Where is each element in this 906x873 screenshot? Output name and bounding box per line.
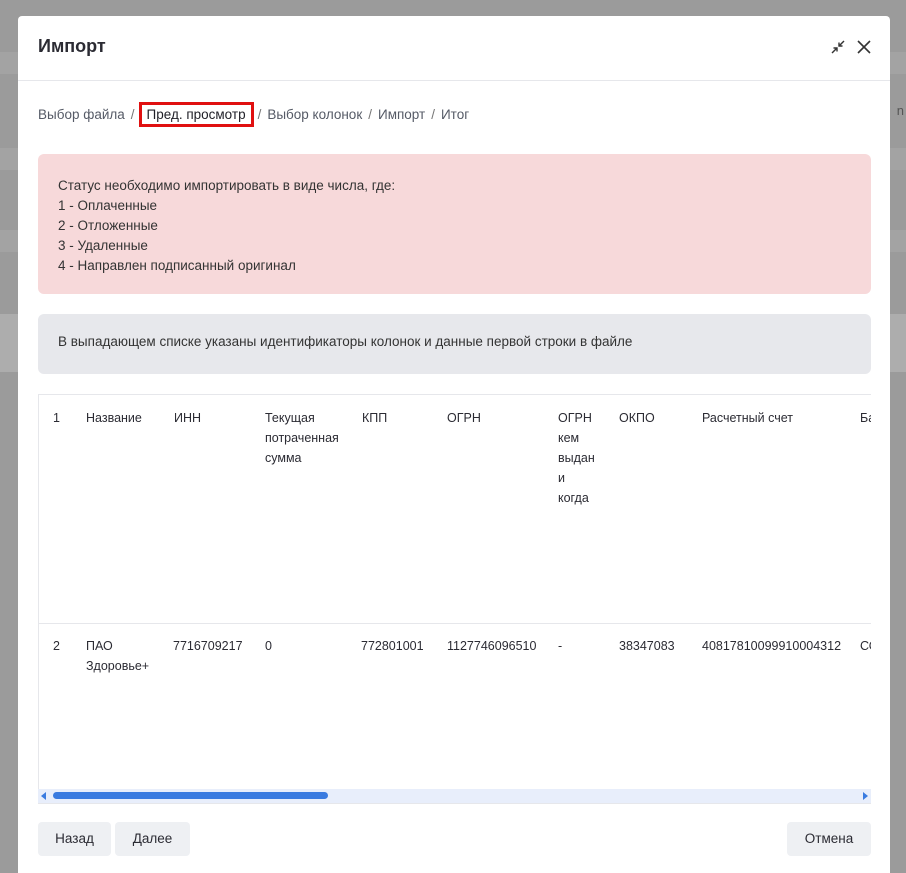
horizontal-scrollbar[interactable]: [38, 789, 871, 803]
alert-line: 4 - Направлен подписанный оригинал: [58, 258, 296, 273]
table-cell: 1: [53, 411, 60, 425]
breadcrumb-step-result[interactable]: Итог: [441, 107, 469, 122]
status-info-alert: Статус необходимо импортировать в виде ч…: [38, 154, 871, 294]
table-cell: 0: [265, 639, 272, 653]
table-cell: Ба: [860, 411, 871, 425]
alert-line: 3 - Удаленные: [58, 238, 148, 253]
table-cell: СО: [860, 639, 871, 653]
table-cell: 1127746096510: [447, 639, 537, 653]
close-icon[interactable]: [855, 38, 873, 56]
background-text: n: [896, 103, 904, 118]
table-cell: 772801001: [361, 639, 424, 653]
table-row: 2 ПАО Здоровье+ 7716709217 0 772801001 1…: [39, 624, 871, 803]
dialog-title: Импорт: [38, 36, 106, 56]
breadcrumb-step-preview[interactable]: Пред. просмотр: [138, 102, 254, 127]
table-cell: 38347083: [619, 639, 675, 653]
table-cell: -: [558, 639, 563, 653]
table-cell: 7716709217: [173, 639, 243, 653]
breadcrumb-separator: /: [368, 107, 372, 122]
breadcrumb-step-file[interactable]: Выбор файла: [38, 107, 125, 122]
table-cell: ПАО Здоровье+: [86, 639, 150, 673]
breadcrumb-separator: /: [130, 107, 135, 122]
table-cell: КПП: [362, 411, 388, 425]
breadcrumb-step-import[interactable]: Импорт: [378, 107, 425, 122]
table-cell: Текущая потраченная сумма: [265, 411, 339, 465]
alert-line: 2 - Отложенные: [58, 218, 158, 233]
table-row: 1 Название ИНН Текущая потраченная сумма…: [39, 395, 871, 624]
table-cell: ИНН: [174, 411, 202, 425]
table-cell: Расчетный счет: [702, 411, 793, 425]
alert-line: 1 - Оплаченные: [58, 198, 158, 213]
table-cell: ОКПО: [619, 411, 655, 425]
table-cell: 2: [53, 639, 60, 653]
next-button[interactable]: Далее: [115, 822, 190, 856]
alert-text: В выпадающем списке указаны идентификато…: [58, 334, 633, 349]
import-dialog: Импорт Выбор файла / Пред. просмотр / Выбор …: [18, 16, 890, 873]
table-cell: 40817810099910004312: [702, 639, 842, 653]
table-cell: Название: [86, 411, 142, 425]
alert-line: Статус необходимо импортировать в виде ч…: [58, 178, 396, 193]
scroll-right-icon[interactable]: [863, 792, 868, 800]
back-button[interactable]: Назад: [38, 822, 111, 856]
breadcrumb-separator: /: [431, 107, 435, 122]
breadcrumb-separator: /: [257, 107, 262, 122]
wizard-breadcrumb: Выбор файла / Пред. просмотр / Выбор колонок…: [38, 102, 469, 127]
breadcrumb-step-columns[interactable]: Выбор колонок: [267, 107, 362, 122]
dialog-header: Импорт: [18, 16, 890, 81]
cancel-button[interactable]: Отмена: [787, 822, 871, 856]
scrollbar-thumb[interactable]: [53, 792, 328, 799]
table-cell: ОГРН: [447, 411, 481, 425]
preview-table: 1 Название ИНН Текущая потраченная сумма…: [38, 394, 871, 804]
columns-info-alert: В выпадающем списке указаны идентификато…: [38, 314, 871, 374]
table-cell: ОГРН кем выдан и когда: [558, 411, 595, 505]
scroll-left-icon[interactable]: [41, 792, 46, 800]
collapse-icon[interactable]: [829, 38, 847, 56]
